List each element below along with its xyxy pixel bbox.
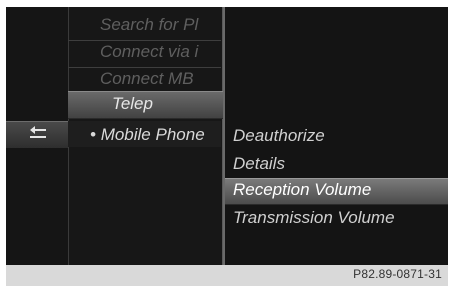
submenu-item-details[interactable]: Details — [233, 152, 285, 176]
submenu-item-reception-volume[interactable]: Reception Volume — [233, 178, 371, 202]
bullet-icon: • — [90, 125, 96, 144]
mobile-phone-item[interactable]: • Mobile Phone — [90, 123, 221, 147]
back-arrow-icon — [30, 126, 46, 138]
menu-item-search[interactable]: Search for Pl — [100, 13, 198, 37]
mobile-phone-label: Mobile Phone — [100, 125, 205, 144]
telephone-header-label: Telep — [112, 94, 153, 113]
footer-bar: P82.89-0871-31 — [6, 265, 448, 286]
submenu-item-transmission-volume[interactable]: Transmission Volume — [233, 206, 395, 230]
submenu-item-deauthorize[interactable]: Deauthorize — [233, 124, 325, 148]
figure-reference: P82.89-0871-31 — [353, 267, 442, 281]
menu-item-connect-via[interactable]: Connect via i — [100, 40, 198, 64]
head-unit-screen: Search for Pl Connect via i Connect MB T… — [6, 7, 448, 265]
menu-item-connect-mb[interactable]: Connect MB — [100, 67, 194, 91]
